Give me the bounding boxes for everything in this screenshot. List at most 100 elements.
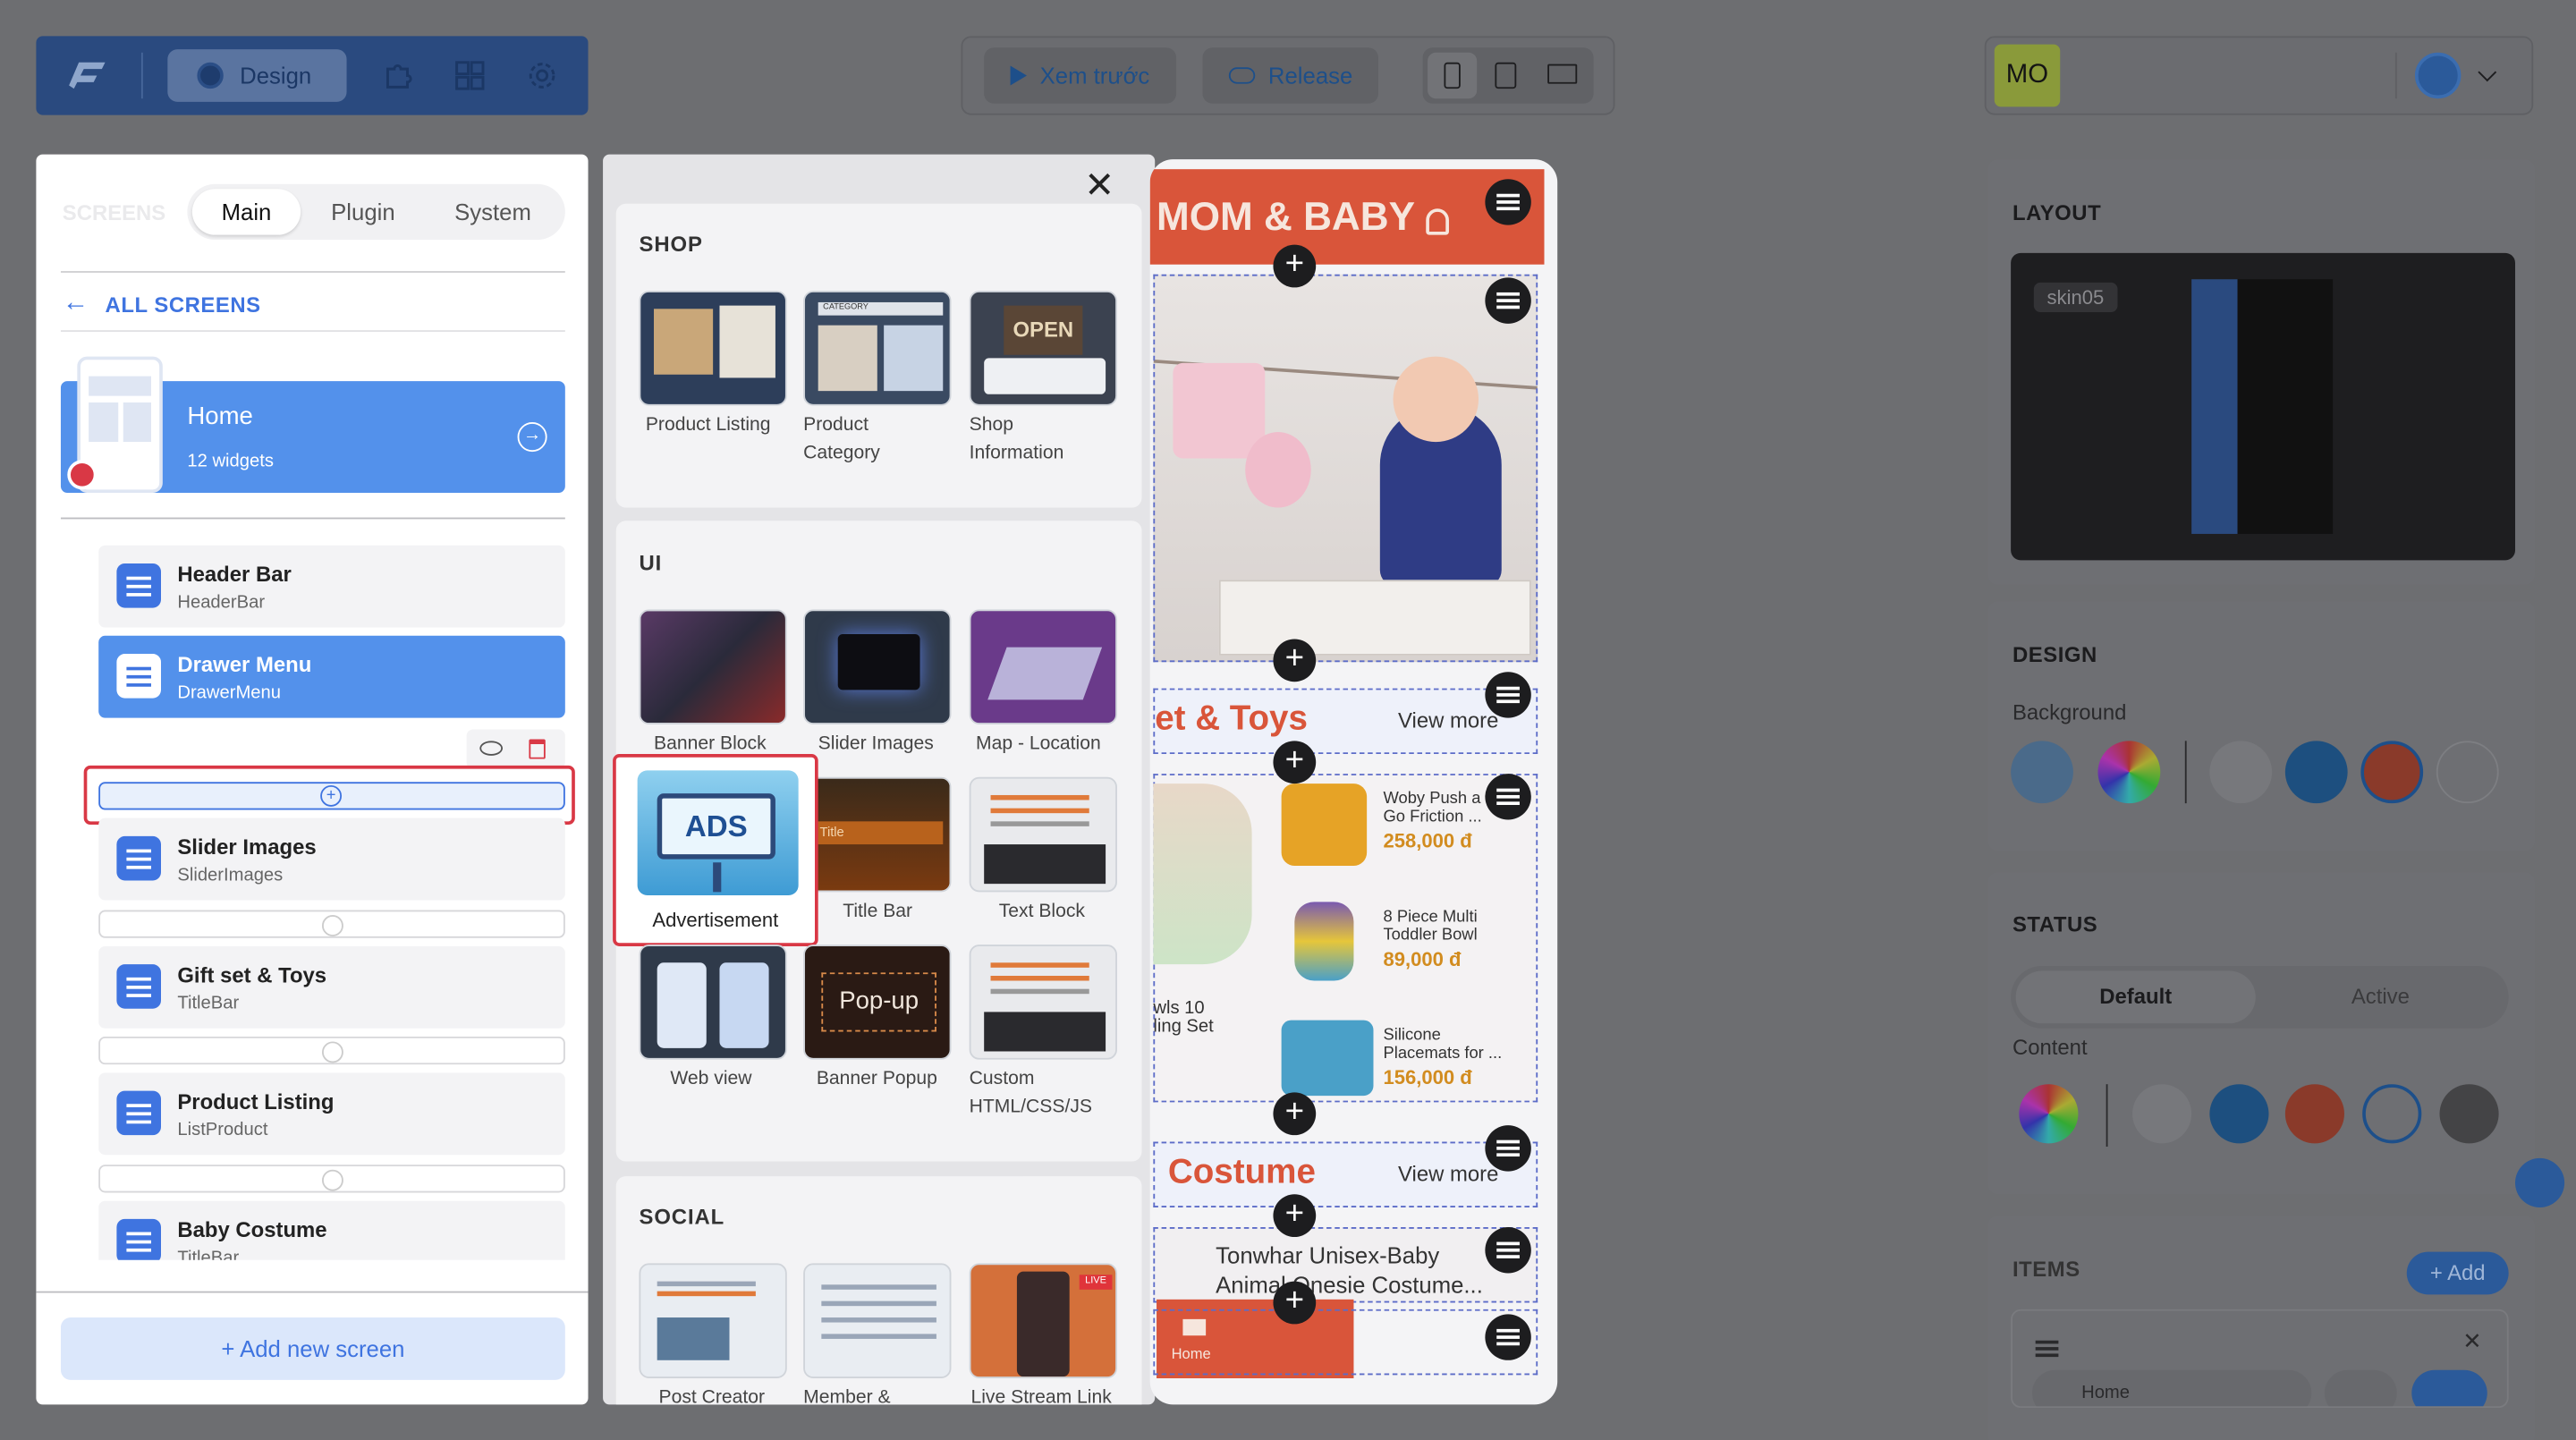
add-item-button[interactable]: + Add — [2406, 1251, 2509, 1295]
widget-gift-set-toys[interactable]: Gift set & Toys TitleBar — [98, 945, 565, 1029]
device-mobile-button[interactable] — [1428, 52, 1478, 99]
widget-settings-icon[interactable] — [1485, 1314, 1531, 1360]
advertisement-widget[interactable]: ADS Advertisement — [613, 754, 818, 946]
widget-header-bar[interactable]: Header Bar HeaderBar — [98, 545, 565, 628]
item-row[interactable]: ✕ Home — [2011, 1309, 2509, 1409]
all-screens-link[interactable]: ← ALL SCREENS — [63, 289, 261, 318]
design-title: DESIGN — [2012, 642, 2097, 667]
widget-type: TitleBar — [177, 1248, 240, 1260]
product-category-widget[interactable]: CATEGORY — [803, 291, 952, 406]
view-more-link[interactable]: View more — [1398, 708, 1498, 733]
status-tab-default[interactable]: Default — [2015, 970, 2256, 1024]
arrow-right-circle-icon[interactable]: → — [517, 422, 547, 453]
swatch-gray[interactable] — [2132, 1084, 2192, 1144]
swatch-white[interactable] — [2436, 741, 2499, 804]
close-icon[interactable]: ✕ — [1084, 165, 1114, 208]
member-widget[interactable] — [803, 1263, 952, 1378]
divider — [36, 1291, 589, 1293]
widget-settings-icon[interactable] — [1485, 672, 1531, 718]
banner-popup-widget[interactable]: Pop-up — [803, 944, 952, 1060]
screen-widget-count: 12 widgets — [187, 452, 274, 472]
custom-html-widget[interactable] — [969, 944, 1117, 1060]
text-block-widget[interactable] — [969, 776, 1117, 893]
settings-button[interactable] — [522, 55, 562, 95]
toolbar-divider — [140, 52, 143, 99]
widget-settings-icon[interactable] — [1485, 774, 1531, 820]
preview-button[interactable]: Xem trước — [984, 47, 1176, 104]
widget-slider-images[interactable]: Slider Images SliderImages — [98, 817, 565, 901]
trash-icon[interactable] — [529, 739, 546, 759]
release-button[interactable]: Release — [1202, 47, 1379, 104]
widget-settings-icon[interactable] — [1485, 277, 1531, 324]
widget-title: Gift set & Toys — [177, 962, 327, 987]
current-screen-card[interactable]: Home 12 widgets → — [60, 356, 565, 494]
widget-settings-icon[interactable] — [1485, 1227, 1531, 1274]
swatch-orange-selected[interactable] — [2360, 741, 2424, 804]
product-listing-widget[interactable] — [639, 291, 787, 406]
widget-title: Slider Images — [177, 834, 317, 860]
banner-block-widget[interactable] — [639, 609, 787, 724]
add-widget-plus-icon[interactable]: + — [1273, 1194, 1317, 1238]
tab-system[interactable]: System — [430, 189, 555, 234]
swatch-orange[interactable] — [2284, 1084, 2344, 1144]
widget-list-clip: Baby Costume TitleBar — [98, 1200, 565, 1260]
live-stream-widget[interactable]: LIVE — [969, 1263, 1117, 1378]
design-button[interactable]: Design — [167, 49, 347, 102]
header-bar-preview[interactable]: MOM & BABY — [1149, 169, 1545, 265]
swatch-blue[interactable] — [2209, 1084, 2269, 1144]
avatar[interactable]: MO — [1994, 44, 2061, 107]
grid-button[interactable] — [450, 55, 489, 95]
advertisement-label: Advertisement — [652, 908, 779, 932]
color-wheel-icon[interactable] — [2097, 741, 2161, 804]
drag-handle-icon[interactable] — [2035, 1340, 2059, 1344]
workspace-logo-icon[interactable] — [2414, 52, 2462, 99]
swatch-gray[interactable] — [2209, 741, 2273, 804]
tablet-icon[interactable] — [1495, 62, 1517, 89]
image-picker-icon[interactable] — [2011, 741, 2073, 804]
chat-bubble-icon[interactable] — [2514, 1157, 2565, 1207]
add-widget-plus-icon[interactable]: + — [1273, 741, 1317, 784]
swatch-blue[interactable] — [2284, 741, 2348, 804]
tab-main[interactable]: Main — [191, 189, 301, 235]
add-widget-plus-icon[interactable]: + — [1273, 244, 1317, 288]
widget-product-listing[interactable]: Product Listing ListProduct — [98, 1072, 565, 1156]
eye-off-icon[interactable] — [479, 741, 504, 756]
plugin-button[interactable] — [377, 55, 417, 95]
screens-heading: SCREENS — [62, 200, 166, 225]
item-home-icon-button[interactable] — [2324, 1369, 2397, 1407]
title-bar-widget[interactable]: Title — [803, 776, 952, 893]
view-more-link[interactable]: View more — [1398, 1162, 1498, 1187]
app-logo-icon[interactable] — [63, 55, 108, 95]
drop-target[interactable]: + — [98, 782, 565, 810]
drop-slot[interactable] — [98, 1036, 565, 1065]
drop-slot[interactable] — [98, 1165, 565, 1193]
swatch-white-selected[interactable] — [2362, 1084, 2422, 1144]
tab-plugin[interactable]: Plugin — [309, 189, 417, 234]
layout-preview[interactable]: skin05 — [2011, 252, 2515, 561]
thumb-phone — [719, 962, 769, 1048]
status-tab-active[interactable]: Active — [2260, 970, 2500, 1023]
section-title-selection: et & Toys View more — [1153, 688, 1538, 755]
web-view-widget[interactable] — [639, 944, 787, 1060]
add-widget-plus-icon[interactable]: + — [1273, 1281, 1317, 1325]
swatch-dark-gray[interactable] — [2439, 1084, 2499, 1144]
add-new-screen-button[interactable]: + Add new screen — [60, 1317, 565, 1380]
thumb-list — [821, 1284, 936, 1290]
close-icon[interactable]: ✕ — [2462, 1327, 2482, 1355]
item-name-field[interactable]: Home — [2031, 1369, 2312, 1407]
widget-settings-icon[interactable] — [1485, 179, 1531, 225]
slider-images-widget[interactable] — [803, 609, 952, 724]
item-link-icon-button[interactable] — [2411, 1369, 2487, 1407]
widget-drawer-menu[interactable]: Drawer Menu DrawerMenu — [98, 635, 565, 718]
desktop-icon[interactable] — [1547, 64, 1578, 84]
color-wheel-icon[interactable] — [2019, 1084, 2079, 1144]
add-widget-plus-icon[interactable]: + — [1273, 1092, 1317, 1136]
drop-slot[interactable] — [98, 910, 565, 938]
add-widget-plus-icon[interactable]: + — [1273, 639, 1317, 682]
map-location-widget[interactable] — [969, 609, 1117, 724]
widget-settings-icon[interactable] — [1485, 1125, 1531, 1172]
shop-information-widget[interactable]: OPEN — [969, 291, 1117, 406]
thumb-photo — [657, 1317, 730, 1360]
post-creator-widget[interactable] — [639, 1263, 787, 1378]
widget-baby-costume[interactable]: Baby Costume TitleBar — [98, 1200, 565, 1260]
